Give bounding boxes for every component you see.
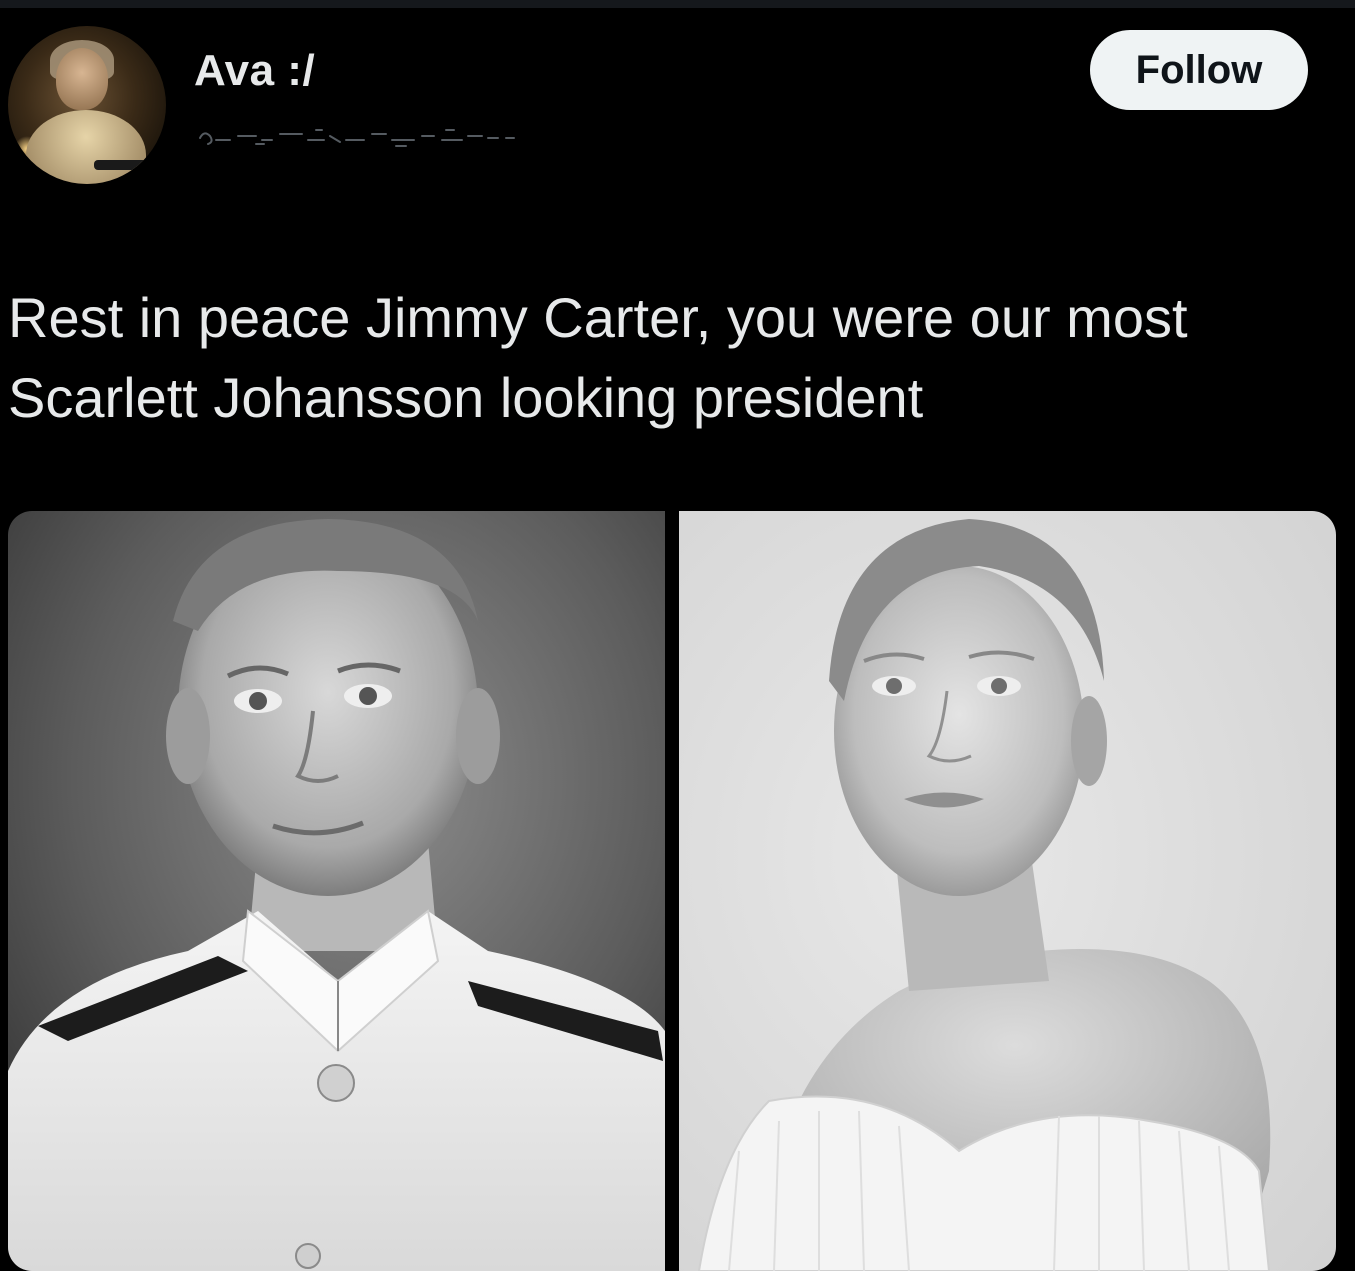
post: Ava :/ Follow Rest in peace Jimmy Carter… [0,0,1355,1271]
portrait-photo-icon [679,511,1336,1271]
avatar-figure-head [56,48,108,110]
author-name[interactable]: Ava :/ [194,46,315,96]
avatar-figure-body [26,110,146,184]
media-photo-right[interactable] [679,511,1336,1271]
media-grid [8,511,1336,1271]
media-photo-left[interactable] [8,511,665,1271]
portrait-photo-icon [8,511,665,1271]
avatar[interactable] [8,26,166,184]
follow-button[interactable]: Follow [1090,30,1308,110]
post-text-line-2: Scarlett Johansson looking president [8,366,924,429]
post-text: Rest in peace Jimmy Carter, you were our… [8,278,1338,438]
post-text-line-1: Rest in peace Jimmy Carter, you were our… [8,286,1188,349]
redacted-handle [199,129,515,147]
avatar-dark-object [94,160,166,170]
